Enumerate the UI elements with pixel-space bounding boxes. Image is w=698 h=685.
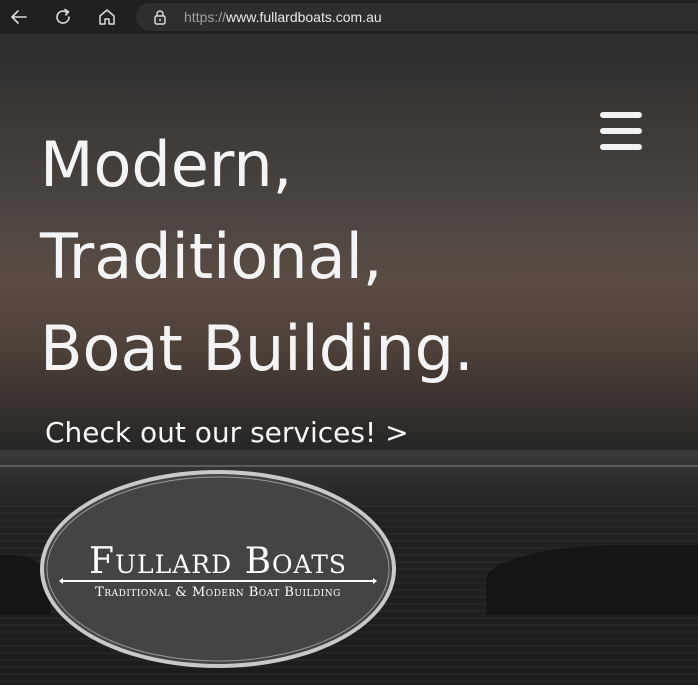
site-info-lock-icon[interactable]	[152, 9, 168, 25]
home-icon	[99, 9, 115, 25]
menu-button[interactable]	[600, 112, 642, 150]
logo-title: Fullard Boats	[88, 541, 348, 582]
logo-divider	[63, 580, 373, 582]
url-text: https://www.fullardboats.com.au	[184, 9, 382, 25]
address-bar[interactable]: https://www.fullardboats.com.au	[136, 3, 698, 31]
fullard-boats-logo[interactable]: Fullard Boats Traditional & Modern Boat …	[37, 467, 399, 671]
url-host: www.fullardboats.com.au	[226, 9, 382, 25]
hero-headline: Modern, Traditional, Boat Building.	[40, 119, 474, 395]
services-link[interactable]: Check out our services! >	[45, 416, 409, 449]
headline-line-2: Traditional,	[40, 220, 383, 293]
home-button[interactable]	[94, 5, 120, 29]
menu-bar	[600, 112, 642, 118]
headline-line-3: Boat Building.	[40, 312, 474, 385]
logo-subtitle: Traditional & Modern Boat Building	[95, 585, 341, 600]
reload-icon	[56, 8, 70, 24]
url-scheme: https://	[184, 9, 227, 25]
back-button[interactable]	[6, 5, 32, 29]
back-arrow-icon	[11, 10, 27, 24]
menu-bar	[600, 128, 642, 134]
browser-toolbar: https://www.fullardboats.com.au	[0, 0, 698, 35]
headline-line-1: Modern,	[40, 128, 293, 201]
reload-button[interactable]	[50, 5, 76, 29]
hero-section: Modern, Traditional, Boat Building. Chec…	[0, 35, 698, 685]
menu-bar	[600, 144, 642, 150]
